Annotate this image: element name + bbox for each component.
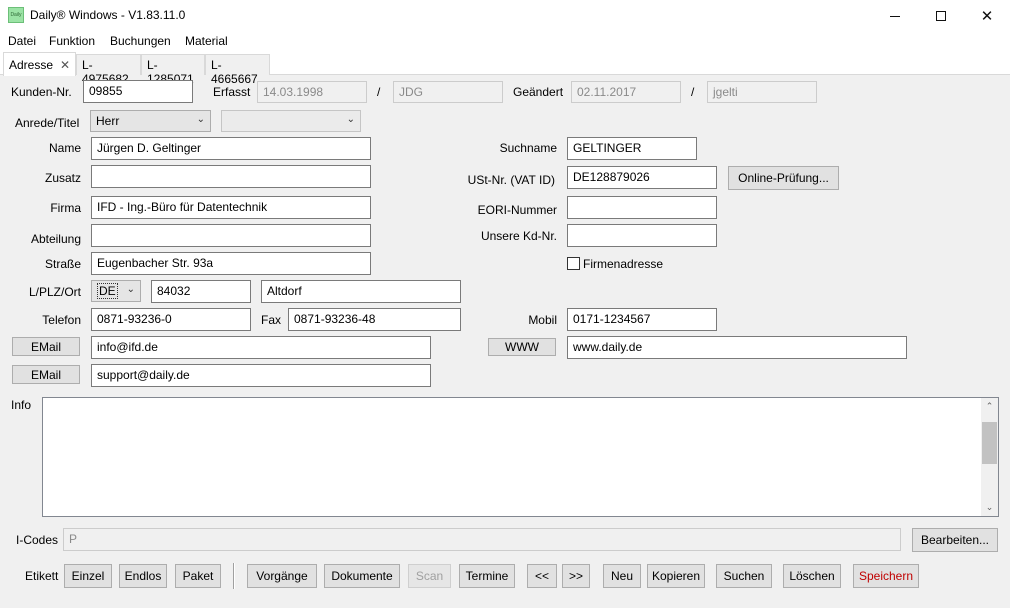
www-button[interactable]: WWW: [488, 338, 556, 356]
email-field-1[interactable]: info@ifd.de: [91, 336, 431, 359]
dokumente-button[interactable]: Dokumente: [324, 564, 400, 588]
neu-button[interactable]: Neu: [603, 564, 641, 588]
strasse-field[interactable]: Eugenbacher Str. 93a: [91, 252, 371, 275]
geaendert-date-field: 02.11.2017: [571, 81, 681, 103]
firma-label: Firma: [50, 201, 81, 215]
abteilung-field[interactable]: [91, 224, 371, 247]
suchname-field[interactable]: GELTINGER: [567, 137, 697, 160]
menu-buchungen[interactable]: Buchungen: [110, 34, 171, 48]
firmenadresse-label: Firmenadresse: [583, 257, 664, 271]
email-field-2[interactable]: support@daily.de: [91, 364, 431, 387]
menu-datei[interactable]: Datei: [8, 34, 36, 48]
land-value: DE: [97, 283, 118, 299]
firmenadresse-checkbox[interactable]: [567, 257, 580, 270]
tab-l-4975682[interactable]: L-4975682: [76, 54, 141, 86]
suchen-button[interactable]: Suchen: [716, 564, 772, 588]
eori-label: EORI-Nummer: [477, 203, 557, 217]
close-icon: ✕: [980, 8, 994, 25]
land-select[interactable]: DE ⌄: [91, 280, 141, 302]
geaendert-separator: /: [691, 85, 695, 99]
erfasst-separator: /: [377, 85, 381, 99]
titel-select[interactable]: ⌄: [221, 110, 361, 132]
geaendert-label: Geändert: [513, 85, 564, 99]
tab-l-4665667[interactable]: L-4665667: [205, 54, 270, 86]
anrede-label: Anrede/Titel: [15, 116, 80, 130]
erfasst-user-field: JDG: [393, 81, 503, 103]
suchname-label: Suchname: [499, 141, 557, 155]
mobil-label: Mobil: [528, 313, 557, 327]
telefon-label: Telefon: [42, 313, 81, 327]
previous-button[interactable]: <<: [527, 564, 557, 588]
fax-field[interactable]: 0871-93236-48: [288, 308, 461, 331]
erfasst-label: Erfasst: [213, 85, 251, 99]
bearbeiten-button[interactable]: Bearbeiten...: [912, 528, 998, 552]
unserekdnr-field[interactable]: [567, 224, 717, 247]
vorgaenge-button[interactable]: Vorgänge: [247, 564, 317, 588]
unserekdnr-label: Unsere Kd-Nr.: [480, 229, 557, 243]
lplzort-label: L/PLZ/Ort: [28, 285, 81, 299]
next-button[interactable]: >>: [562, 564, 590, 588]
icodes-label: I-Codes: [16, 533, 59, 547]
ustnr-label: USt-Nr. (VAT ID): [467, 173, 555, 187]
tab-label: L-4665667: [211, 58, 258, 86]
www-field[interactable]: www.daily.de: [567, 336, 907, 359]
info-scrollbar[interactable]: ⌃ ⌄: [981, 398, 998, 516]
tab-close-icon[interactable]: ✕: [60, 58, 70, 72]
online-pruefung-button[interactable]: Online-Prüfung...: [728, 166, 839, 190]
chevron-down-icon: ⌄: [196, 114, 205, 125]
plz-field[interactable]: 84032: [151, 280, 251, 303]
icodes-field: P: [63, 528, 901, 551]
menu-funktion[interactable]: Funktion: [49, 34, 95, 48]
endlos-button[interactable]: Endlos: [119, 564, 167, 588]
chevron-down-icon: ⌄: [126, 284, 135, 295]
tab-adresse[interactable]: Adresse ✕: [3, 52, 76, 76]
ustnr-field[interactable]: DE128879026: [567, 166, 717, 189]
close-button[interactable]: ✕: [964, 0, 1010, 32]
mobil-field[interactable]: 0171-1234567: [567, 308, 717, 331]
scroll-up-icon[interactable]: ⌃: [981, 398, 998, 415]
window-title: Daily® Windows - V1.83.11.0: [30, 8, 186, 22]
info-label: Info: [11, 398, 32, 412]
speichern-button[interactable]: Speichern: [853, 564, 919, 588]
geaendert-user-field: jgelti: [707, 81, 817, 103]
ort-field[interactable]: Altdorf: [261, 280, 461, 303]
zusatz-field[interactable]: [91, 165, 371, 188]
erfasst-date-field: 14.03.1998: [257, 81, 367, 103]
minimize-button[interactable]: [872, 0, 918, 32]
maximize-icon: [936, 11, 946, 21]
termine-button[interactable]: Termine: [459, 564, 515, 588]
paket-button[interactable]: Paket: [175, 564, 221, 588]
scrollbar-thumb[interactable]: [982, 422, 997, 464]
info-textarea[interactable]: ⌃ ⌄: [42, 397, 999, 517]
email-button-2[interactable]: EMail: [12, 365, 80, 384]
anrede-select[interactable]: Herr ⌄: [90, 110, 211, 132]
app-icon: Daily: [8, 7, 24, 23]
fax-label: Fax: [261, 313, 282, 327]
tab-l-1285071[interactable]: L-1285071: [141, 54, 205, 86]
name-field[interactable]: Jürgen D. Geltinger: [91, 137, 371, 160]
name-label: Name: [48, 141, 81, 155]
chevron-down-icon: ⌄: [346, 114, 355, 125]
kundennr-label: Kunden-Nr.: [11, 85, 72, 99]
kundennr-field[interactable]: 09855: [83, 80, 193, 103]
tab-label: Adresse: [9, 58, 54, 72]
scroll-down-icon[interactable]: ⌄: [981, 499, 998, 516]
strasse-label: Straße: [44, 257, 81, 271]
toolbar-separator: [233, 563, 235, 589]
eori-field[interactable]: [567, 196, 717, 219]
telefon-field[interactable]: 0871-93236-0: [91, 308, 251, 331]
menu-material[interactable]: Material: [185, 34, 228, 48]
email-button-1[interactable]: EMail: [12, 337, 80, 356]
einzel-button[interactable]: Einzel: [64, 564, 112, 588]
loeschen-button[interactable]: Löschen: [783, 564, 841, 588]
zusatz-label: Zusatz: [44, 171, 81, 185]
kopieren-button[interactable]: Kopieren: [647, 564, 705, 588]
scan-button: Scan: [408, 564, 451, 588]
minimize-icon: [890, 15, 900, 17]
maximize-button[interactable]: [918, 0, 964, 32]
firma-field[interactable]: IFD - Ing.-Büro für Datentechnik: [91, 196, 371, 219]
abteilung-label: Abteilung: [30, 232, 81, 246]
anrede-value: Herr: [96, 114, 120, 128]
etikett-label: Etikett: [25, 569, 59, 583]
